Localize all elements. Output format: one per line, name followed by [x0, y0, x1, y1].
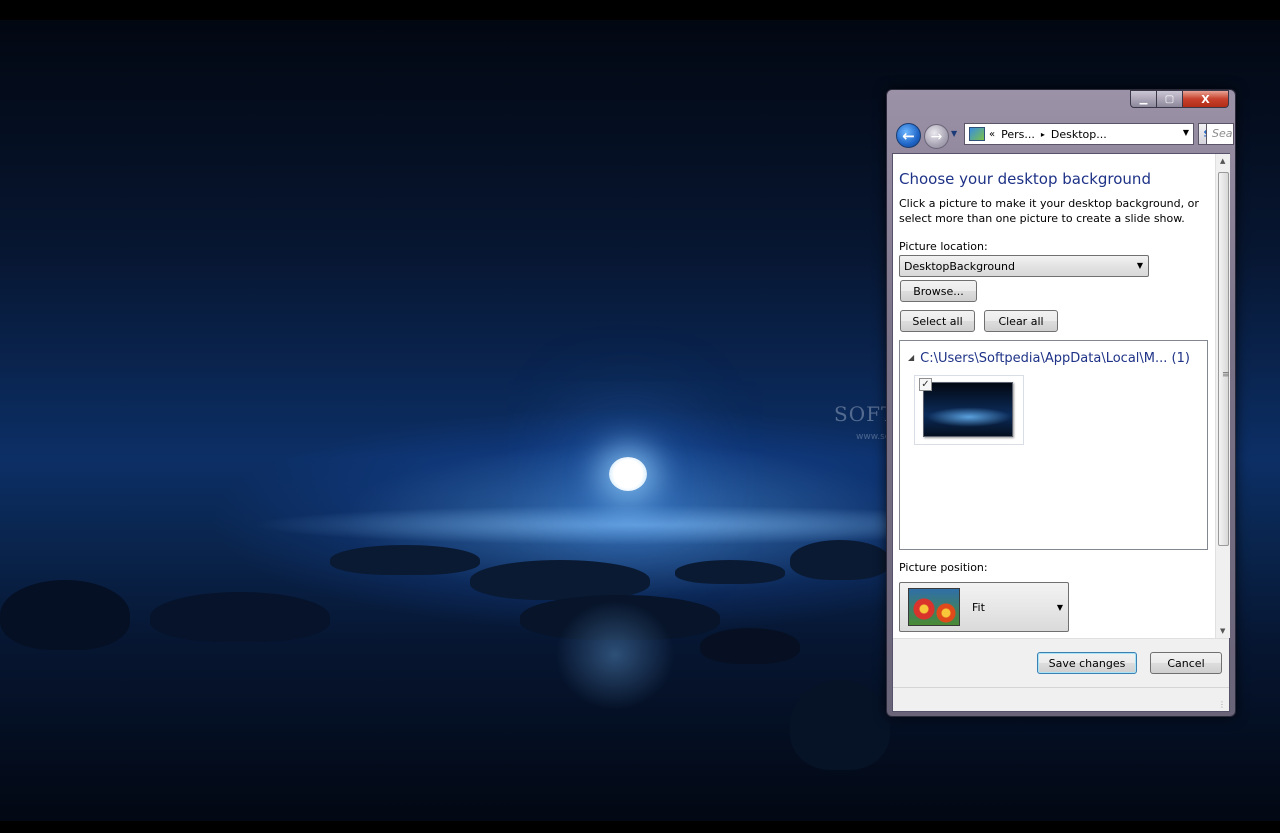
picture-thumbnail[interactable] — [923, 382, 1013, 437]
breadcrumb-separator-icon[interactable]: ▸ — [1041, 130, 1045, 139]
back-arrow-icon: ← — [902, 126, 915, 145]
rock — [675, 560, 785, 584]
picture-location-select[interactable]: DesktopBackground ▼ — [899, 255, 1149, 277]
chevron-down-icon: ▼ — [1056, 603, 1063, 612]
status-bar: ⋮ — [893, 687, 1229, 711]
caption-buttons: ▁ ▢ X — [1130, 90, 1229, 108]
picture-group-header[interactable]: ◢ C:\Users\Softpedia\AppData\Local\M... (… — [908, 351, 1190, 366]
page-description: Click a picture to make it your desktop … — [899, 197, 1199, 225]
address-dropdown-icon[interactable]: ▼ — [1183, 128, 1189, 137]
rock — [470, 560, 650, 600]
maximize-button[interactable]: ▢ — [1157, 90, 1183, 108]
rock — [700, 628, 800, 664]
position-preview-image — [908, 588, 960, 626]
personalization-window: ▁ ▢ X ← → ▼ « Pers... ▸ Desktop... ▼ ⇆ S… — [886, 89, 1236, 717]
recent-pages-dropdown-icon[interactable]: ▼ — [951, 129, 957, 138]
vertical-scrollbar[interactable]: ▲ ≡ ▼ — [1215, 154, 1230, 638]
scrollbar-thumb[interactable]: ≡ — [1218, 172, 1230, 546]
search-input[interactable]: Search — [1206, 123, 1234, 145]
select-all-button[interactable]: Select all — [900, 310, 975, 332]
picture-position-label: Picture position: — [899, 561, 988, 574]
screen-bottom-bar — [0, 821, 1280, 833]
dialog-footer: Save changes Cancel — [893, 638, 1229, 687]
picture-location-label: Picture location: — [899, 240, 988, 253]
scrollbar-grip-icon: ≡ — [1222, 370, 1230, 380]
rock — [790, 540, 890, 580]
minimize-button[interactable]: ▁ — [1130, 90, 1157, 108]
address-bar[interactable]: « Pers... ▸ Desktop... ▼ — [964, 123, 1194, 145]
close-button[interactable]: X — [1183, 90, 1229, 108]
scroll-down-icon[interactable]: ▼ — [1220, 627, 1225, 635]
chevron-down-icon: ▼ — [1136, 261, 1143, 270]
picture-list[interactable]: ◢ C:\Users\Softpedia\AppData\Local\M... (… — [899, 340, 1208, 550]
rock — [790, 680, 890, 770]
rock — [150, 592, 330, 642]
browse-button[interactable]: Browse... — [900, 280, 977, 302]
breadcrumb-personalization[interactable]: Pers... — [1001, 128, 1035, 141]
breadcrumb-desktop-background[interactable]: Desktop... — [1051, 128, 1107, 141]
moon — [609, 457, 647, 491]
control-panel-icon — [969, 127, 985, 141]
address-overflow-chevron[interactable]: « — [989, 129, 995, 140]
picture-group-path: C:\Users\Softpedia\AppData\Local\M... (1… — [920, 351, 1190, 366]
moon-reflection — [555, 600, 675, 710]
collapse-triangle-icon[interactable]: ◢ — [908, 353, 914, 362]
picture-position-select[interactable]: Fit ▼ — [899, 582, 1069, 632]
back-button[interactable]: ← — [896, 123, 921, 148]
scroll-up-icon[interactable]: ▲ — [1220, 157, 1225, 165]
resize-grip-icon[interactable]: ⋮ — [1218, 700, 1226, 709]
picture-thumbnail-tile[interactable]: ✓ — [914, 375, 1024, 445]
save-changes-button[interactable]: Save changes — [1037, 652, 1137, 674]
picture-location-value: DesktopBackground — [904, 260, 1015, 273]
clear-all-button[interactable]: Clear all — [984, 310, 1058, 332]
navigation-bar: ← → ▼ « Pers... ▸ Desktop... ▼ ⇆ Search — [894, 121, 1234, 149]
cancel-button[interactable]: Cancel — [1150, 652, 1222, 674]
forward-arrow-icon: → — [930, 128, 943, 145]
rock — [330, 545, 480, 575]
window-client-area: Choose your desktop background Click a p… — [892, 153, 1230, 712]
page-title: Choose your desktop background — [899, 170, 1151, 188]
content-pane: Choose your desktop background Click a p… — [893, 154, 1215, 638]
forward-button[interactable]: → — [924, 124, 949, 149]
picture-position-value: Fit — [972, 601, 985, 614]
rock — [0, 580, 130, 650]
thumbnail-checkbox[interactable]: ✓ — [919, 378, 932, 391]
